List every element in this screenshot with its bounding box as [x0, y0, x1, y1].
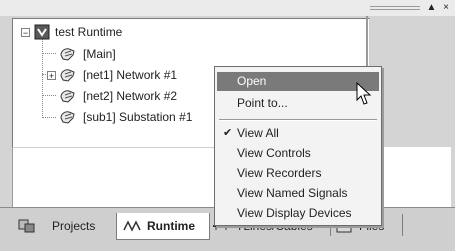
tree-node-net1[interactable]: + [net1] Network #1 [13, 66, 213, 84]
node-hand-icon [60, 111, 75, 124]
tree-node-label: [Main] [83, 47, 116, 61]
tree-node-main[interactable]: [Main] [13, 45, 213, 63]
tab-label: Projects [52, 219, 96, 233]
tree-node-label: test Runtime [55, 25, 123, 39]
node-hand-icon [60, 69, 75, 82]
mouse-pointer-icon [356, 82, 372, 105]
menu-item-view-named-signals[interactable]: View Named Signals [217, 184, 379, 203]
collapse-toggle[interactable]: − [21, 28, 30, 38]
menu-item-point-to[interactable]: Point to... [217, 94, 379, 113]
tab-projects[interactable]: Projects [18, 213, 116, 239]
menu-item-label: View Recorders [237, 166, 322, 180]
tree-node-root[interactable]: − test Runtime [13, 23, 213, 41]
menu-item-label: View Controls [237, 146, 311, 160]
checkmark-icon: ✔ [223, 127, 233, 139]
projects-icon [18, 219, 35, 233]
collapse-arrow-icon[interactable]: ▲ [426, 2, 438, 13]
title-strip: ▲ × [0, 0, 455, 16]
tab-runtime[interactable]: Runtime [116, 213, 210, 240]
menu-item-label: Point to... [237, 96, 288, 110]
menu-item-view-display-devices[interactable]: View Display Devices [217, 204, 379, 223]
window-controls: ▲ × [426, 2, 451, 13]
tab-label: Runtime [147, 219, 195, 233]
tree-node-label: [net2] Network #2 [83, 89, 178, 103]
expand-toggle[interactable]: + [47, 71, 56, 81]
tree-node-sub1[interactable]: [sub1] Substation #1 [13, 108, 223, 126]
tree-node-net2[interactable]: [net2] Network #2 [13, 87, 213, 105]
node-hand-icon [60, 48, 75, 61]
menu-item-view-controls[interactable]: View Controls [217, 144, 379, 163]
node-hand-icon [60, 90, 75, 103]
runtime-root-icon [34, 24, 50, 40]
menu-separator [219, 119, 377, 121]
runtime-wave-icon [123, 220, 141, 232]
menu-item-label: Open [237, 74, 267, 88]
menu-item-label: View Display Devices [237, 206, 352, 220]
close-icon[interactable]: × [443, 2, 451, 13]
menu-item-open[interactable]: Open [217, 72, 379, 91]
menu-item-label: View All [237, 126, 279, 140]
menu-item-label: View Named Signals [237, 186, 348, 200]
tab-divider [402, 214, 403, 236]
menu-item-view-all[interactable]: ✔ View All [217, 124, 379, 143]
drag-grip[interactable] [370, 6, 420, 10]
menu-item-view-recorders[interactable]: View Recorders [217, 164, 379, 183]
tree-node-label: [net1] Network #1 [83, 68, 178, 82]
tree-node-label: [sub1] Substation #1 [83, 110, 193, 124]
